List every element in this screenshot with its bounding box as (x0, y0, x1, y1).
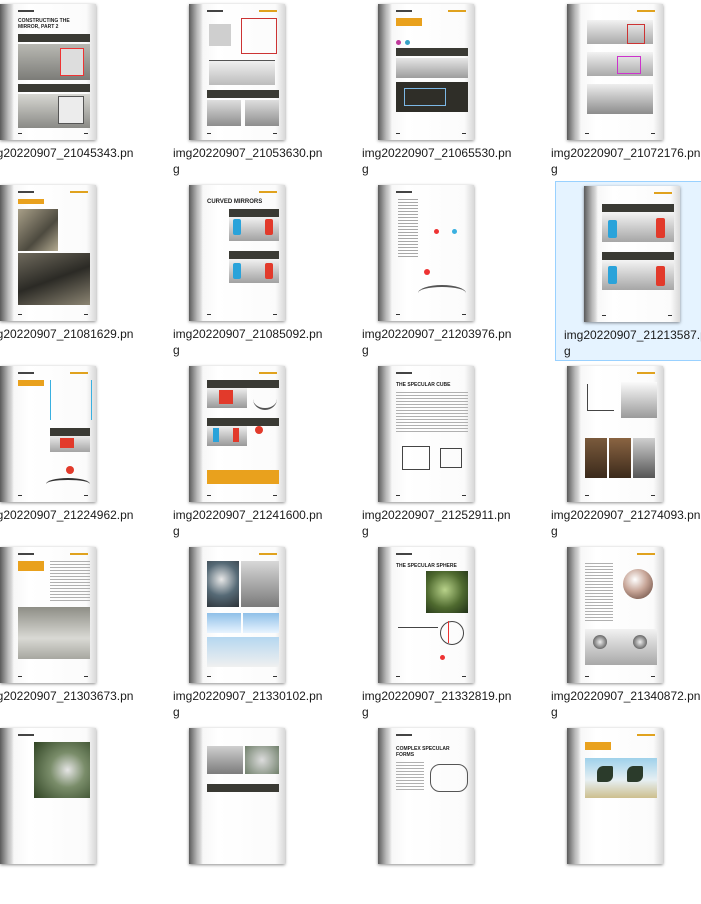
page-title: CURVED MIRRORS (207, 199, 263, 205)
file-thumbnail: CURVED MIRRORS (189, 185, 285, 321)
file-name: img20220907_21081629.png (0, 327, 134, 341)
file-item[interactable] (551, 724, 701, 904)
file-item[interactable]: COMPLEX SPECULAR FORMS (362, 724, 512, 904)
file-name: img20220907_21330102.pn g (173, 689, 323, 719)
file-name: img20220907_21274093.pn g (551, 508, 701, 538)
file-thumbnail (189, 728, 285, 864)
file-item[interactable]: img20220907_21340872.pn g (551, 543, 701, 723)
file-thumbnail (378, 185, 474, 321)
file-name: img20220907_21340872.pn g (551, 689, 701, 719)
page-title: THE SPECULAR SPHERE (396, 563, 457, 569)
file-name: img20220907_21203976.pn g (362, 327, 512, 357)
file-thumbnail: COMPLEX SPECULAR FORMS (378, 728, 474, 864)
file-name: img20220907_21252911.pn g (362, 508, 511, 538)
file-item-selected[interactable]: img20220907_21213587.pn g (555, 181, 701, 361)
page-title: COMPLEX SPECULAR FORMS (396, 746, 450, 758)
file-item[interactable]: img20220907_21065530.pn g (362, 0, 512, 180)
file-thumbnail (567, 366, 663, 502)
page-title: THE SPECULAR CUBE (396, 382, 451, 388)
file-thumbnail (567, 728, 663, 864)
file-item[interactable]: img20220907_21274093.pn g (551, 362, 701, 542)
file-item[interactable]: img20220907_21072176.pn g (551, 0, 701, 180)
file-item[interactable]: CURVED MIRRORS img20220907_21085092.pn g (173, 181, 323, 361)
file-thumbnail (0, 728, 96, 864)
file-thumbnail (189, 366, 285, 502)
file-thumbnail-grid: CONSTRUCTING THE MIRROR, PART 2 img20220… (0, 0, 701, 864)
file-item[interactable]: img20220907_21081629.png (0, 181, 134, 361)
file-thumbnail: THE SPECULAR CUBE (378, 366, 474, 502)
file-thumbnail (567, 547, 663, 683)
file-thumbnail (378, 4, 474, 140)
file-thumbnail (189, 547, 285, 683)
file-thumbnail (0, 547, 96, 683)
file-thumbnail (189, 4, 285, 140)
file-item[interactable]: img20220907_21203976.pn g (362, 181, 512, 361)
file-name: img20220907_21072176.pn g (551, 146, 701, 176)
file-item[interactable]: img20220907_21241600.pn g (173, 362, 323, 542)
page-title: CONSTRUCTING THE MIRROR, PART 2 (18, 18, 70, 30)
file-name: img20220907_21332819.pn g (362, 689, 512, 719)
file-thumbnail: CONSTRUCTING THE MIRROR, PART 2 (0, 4, 96, 140)
file-name: img20220907_21241600.pn g (173, 508, 323, 538)
file-thumbnail (0, 366, 96, 502)
file-item[interactable]: img20220907_21053630.pn g (173, 0, 323, 180)
file-item[interactable]: THE SPECULAR SPHERE img20220907_21332819… (362, 543, 512, 723)
file-item[interactable]: THE SPECULAR CUBE img20220907_21252911.p… (362, 362, 512, 542)
file-name: img20220907_21213587.pn g (564, 328, 701, 358)
file-item[interactable]: img20220907_21330102.pn g (173, 543, 323, 723)
file-thumbnail (584, 186, 680, 322)
file-thumbnail (567, 4, 663, 140)
file-item[interactable] (0, 724, 134, 904)
file-thumbnail: THE SPECULAR SPHERE (378, 547, 474, 683)
file-name: img20220907_21085092.pn g (173, 327, 323, 357)
file-name: img20220907_21053630.pn g (173, 146, 323, 176)
file-item[interactable]: img20220907_21224962.png (0, 362, 134, 542)
file-name: img20220907_21065530.pn g (362, 146, 512, 176)
file-name: img20220907_21303673.png (0, 689, 134, 703)
file-item[interactable]: CONSTRUCTING THE MIRROR, PART 2 img20220… (0, 0, 134, 180)
file-thumbnail (0, 185, 96, 321)
file-item[interactable] (173, 724, 323, 904)
file-item[interactable]: img20220907_21303673.png (0, 543, 134, 723)
file-name: img20220907_21045343.png (0, 146, 134, 160)
file-name: img20220907_21224962.png (0, 508, 134, 522)
